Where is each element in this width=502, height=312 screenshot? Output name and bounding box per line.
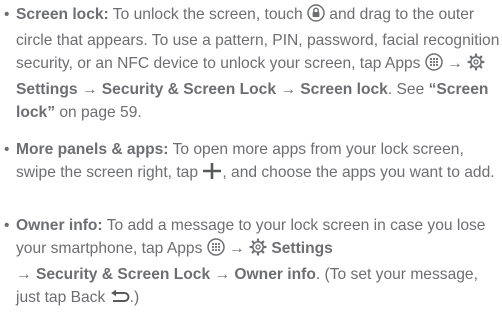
arrow-separator: → xyxy=(210,266,235,283)
list-item-screen-lock: • Screen lock: To unlock the screen, tou… xyxy=(4,3,500,124)
list-item-owner-info: • Owner info: To add a message to your l… xyxy=(4,214,500,312)
gear-icon xyxy=(249,238,267,263)
text-segment: , and choose the apps you want to add. xyxy=(222,164,495,181)
bullet: • xyxy=(4,217,10,234)
bullet: • xyxy=(4,141,10,158)
list-item-text: Screen lock: To unlock the screen, touch… xyxy=(16,3,500,124)
owner-info-label: Owner info xyxy=(234,266,316,283)
back-arrow-icon xyxy=(110,289,130,312)
arrow-separator: → xyxy=(276,81,301,98)
apps-icon xyxy=(206,238,225,263)
arrow-separator: → xyxy=(224,240,249,257)
item-heading: Screen lock: xyxy=(16,6,109,23)
list-item-more-panels: • More panels & apps: To open more apps … xyxy=(4,138,500,187)
item-heading: More panels & apps: xyxy=(16,141,169,158)
arrow-separator: → xyxy=(77,81,102,98)
quote-close: ” xyxy=(47,104,55,121)
arrow-separator: → xyxy=(442,55,468,72)
bullet: • xyxy=(4,6,10,23)
security-label: Security & Screen Lock xyxy=(101,81,276,98)
text-segment: To unlock the screen, touch xyxy=(108,6,307,23)
settings-label: Settings xyxy=(271,240,333,257)
text-segment: .) xyxy=(129,289,140,306)
text-segment: . See xyxy=(387,81,429,98)
item-heading: Owner info: xyxy=(16,217,103,234)
list-item-text: More panels & apps: To open more apps fr… xyxy=(16,138,500,187)
page: • Screen lock: To unlock the screen, tou… xyxy=(0,0,502,306)
settings-label: Settings xyxy=(16,81,78,98)
gear-icon xyxy=(467,53,485,78)
plus-icon xyxy=(202,162,222,187)
screen-lock-label: Screen lock xyxy=(300,81,388,98)
arrow-separator: → xyxy=(16,266,36,283)
lock-icon xyxy=(307,4,325,29)
list-item-text: Owner info: To add a message to your loc… xyxy=(16,214,500,312)
text-segment: on page 59. xyxy=(55,104,142,121)
apps-icon xyxy=(425,53,443,78)
security-label: Security & Screen Lock xyxy=(35,266,211,283)
